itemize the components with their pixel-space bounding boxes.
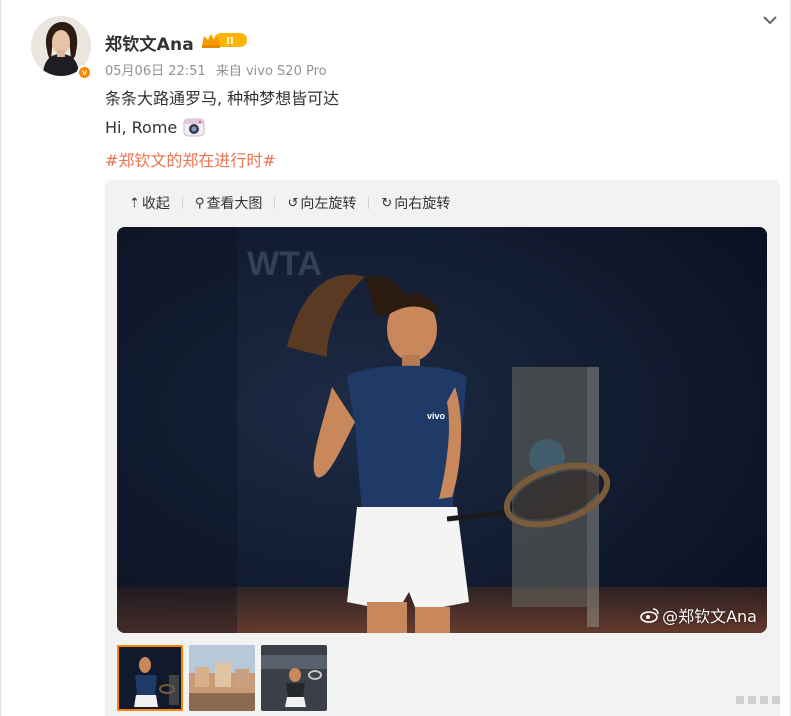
- pager-dot: [736, 696, 744, 704]
- rotate-right-label: 向右旋转: [394, 196, 451, 212]
- pager-dot: [748, 696, 756, 704]
- toolbar-divider: [274, 197, 276, 209]
- chevron-down-icon[interactable]: [762, 14, 778, 26]
- media-panel: ⇡ 收起 ⚲ 查看大图 ↺ 向左旋转 ↻ 向右旋转 WTA vivo @郑钦文A…: [105, 180, 780, 716]
- view-large-button[interactable]: ⚲ 查看大图: [195, 193, 263, 213]
- post-date[interactable]: 05月06日 22:51: [105, 64, 206, 79]
- post-text-line-1: 条条大路通罗马, 种种梦想皆可达: [105, 89, 340, 108]
- shirt-logo: vivo: [427, 411, 446, 421]
- view-large-label: 查看大图: [206, 196, 263, 212]
- pager-dots: [736, 696, 780, 704]
- vip-level-label: II: [226, 36, 234, 47]
- post-text-rome: Hi, Rome: [105, 117, 178, 137]
- weibo-post-card: v 郑钦文Ana II 05月06日 22:51 来自 vivo S20 Pro…: [0, 0, 791, 716]
- username[interactable]: 郑钦文Ana: [105, 30, 194, 55]
- rotate-left-icon: ↺: [287, 195, 299, 211]
- collapse-label: 收起: [141, 196, 170, 212]
- collapse-button[interactable]: ⇡ 收起: [129, 193, 170, 213]
- pager-dot: [772, 696, 780, 704]
- camera-emoji-icon: [183, 118, 205, 137]
- vip-level-badge-icon[interactable]: II: [200, 31, 248, 49]
- arrow-up-icon: ⇡: [129, 195, 140, 211]
- wta-banner: WTA: [247, 245, 322, 283]
- thumbnail-3[interactable]: [261, 645, 327, 711]
- watermark-text: @郑钦文Ana: [662, 607, 757, 626]
- rotate-right-icon: ↻: [381, 195, 393, 211]
- hashtag-link[interactable]: #郑钦文的郑在进行时#: [105, 147, 276, 171]
- post-text-line-2: Hi, Rome: [105, 116, 205, 138]
- post-meta: 05月06日 22:51 来自 vivo S20 Pro: [105, 60, 333, 79]
- toolbar-divider: [368, 197, 370, 209]
- rotate-left-button[interactable]: ↺ 向左旋转: [287, 193, 356, 213]
- verified-badge-icon: v: [77, 65, 92, 80]
- post-source: 来自 vivo S20 Pro: [215, 64, 327, 79]
- thumbnail-strip: [117, 645, 327, 711]
- media-toolbar: ⇡ 收起 ⚲ 查看大图 ↺ 向左旋转 ↻ 向右旋转: [129, 192, 450, 214]
- rotate-right-button[interactable]: ↻ 向右旋转: [381, 193, 450, 213]
- rotate-left-label: 向左旋转: [300, 196, 357, 212]
- thumbnail-1[interactable]: [117, 645, 183, 711]
- search-icon: ⚲: [194, 195, 205, 211]
- main-photo[interactable]: WTA vivo @郑钦文Ana: [117, 227, 767, 633]
- photo-watermark: @郑钦文Ana: [640, 603, 757, 627]
- toolbar-divider: [181, 197, 183, 209]
- pager-dot: [760, 696, 768, 704]
- weibo-logo-icon: [640, 608, 659, 623]
- avatar[interactable]: v: [31, 16, 92, 80]
- thumbnail-2[interactable]: [189, 645, 255, 711]
